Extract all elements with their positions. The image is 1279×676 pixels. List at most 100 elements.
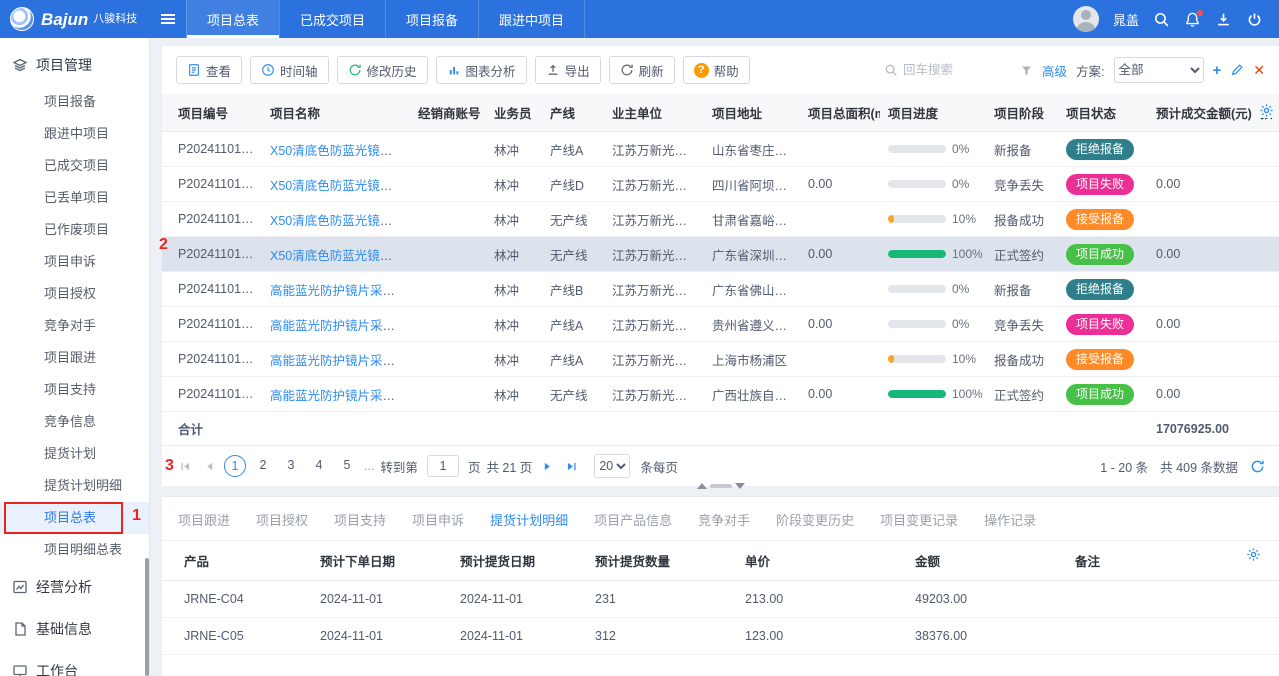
table-row[interactable]: P202411010023 X50清底色防蓝光镜片... 林冲 无产线 江苏万新…: [162, 202, 1279, 237]
project-name-link[interactable]: X50清底色防蓝光镜片...: [270, 249, 403, 263]
project-name-link[interactable]: 高能蓝光防护镜片采购...: [270, 354, 405, 368]
sidebar-item-competition-info[interactable]: 竞争信息: [0, 406, 149, 438]
goto-page-input[interactable]: [427, 455, 459, 477]
last-page-button[interactable]: [562, 455, 580, 477]
top-tab-closed-projects[interactable]: 已成交项目: [279, 0, 385, 38]
refresh-icon[interactable]: [1250, 459, 1265, 474]
sidebar-section-project-management[interactable]: 项目管理: [0, 44, 149, 86]
page-number[interactable]: 4: [308, 455, 330, 477]
detail-tab-product-info[interactable]: 项目产品信息: [594, 510, 672, 529]
sidebar-item-closed-projects[interactable]: 已成交项目: [0, 150, 149, 182]
export-button[interactable]: 导出: [535, 56, 601, 84]
project-name-link[interactable]: 高能蓝光防护镜片采购...: [270, 389, 405, 403]
prev-page-button[interactable]: [200, 455, 218, 477]
filter-funnel-icon[interactable]: [1020, 64, 1033, 77]
project-name-link[interactable]: X50清底色防蓝光镜片...: [270, 179, 403, 193]
timeline-button[interactable]: 时间轴: [250, 56, 329, 84]
delete-scheme-button[interactable]: ✕: [1253, 62, 1265, 79]
detail-row[interactable]: JRNE-C04 2024-11-01 2024-11-01 231 213.0…: [162, 581, 1279, 618]
detail-tab-operation-log[interactable]: 操作记录: [984, 510, 1036, 529]
col-progress[interactable]: 项目进度: [880, 94, 986, 132]
table-row[interactable]: P202411010024 X50清底色防蓝光镜片... 林冲 产线D 江苏万新…: [162, 167, 1279, 202]
col-expected-delivery-date[interactable]: 预计提货日期: [452, 541, 587, 581]
col-dealer-account[interactable]: 经销商账号: [410, 94, 486, 132]
sidebar-item-competitors[interactable]: 竞争对手: [0, 310, 149, 342]
edit-history-button[interactable]: 修改历史: [337, 56, 428, 84]
detail-tab-project-support[interactable]: 项目支持: [334, 510, 386, 529]
view-button[interactable]: 查看: [176, 56, 242, 84]
sidebar-item-lost-projects[interactable]: 已丢单项目: [0, 182, 149, 214]
sidebar-item-project-filing[interactable]: 项目报备: [0, 86, 149, 118]
col-project-id[interactable]: 项目编号: [162, 94, 262, 132]
col-unit-price[interactable]: 单价: [737, 541, 907, 581]
notification-bell[interactable]: [1184, 11, 1201, 28]
sidebar-item-project-authorization[interactable]: 项目授权: [0, 278, 149, 310]
sidebar-section-business-analysis[interactable]: 经营分析: [0, 566, 149, 608]
detail-tab-project-change-log[interactable]: 项目变更记录: [880, 510, 958, 529]
project-name-link[interactable]: 高能蓝光防护镜片采购...: [270, 319, 405, 333]
page-number-current[interactable]: 1: [224, 455, 246, 477]
refresh-button[interactable]: 刷新: [609, 56, 675, 84]
col-product[interactable]: 产品: [162, 541, 312, 581]
top-tab-following-projects[interactable]: 跟进中项目: [478, 0, 585, 38]
top-tab-project-summary[interactable]: 项目总表: [186, 0, 279, 38]
col-product-line[interactable]: 产线: [542, 94, 604, 132]
col-project-name[interactable]: 项目名称: [262, 94, 410, 132]
next-page-button[interactable]: [538, 455, 556, 477]
detail-tab-stage-change-history[interactable]: 阶段变更历史: [776, 510, 854, 529]
detail-tab-project-follow-up[interactable]: 项目跟进: [178, 510, 230, 529]
detail-column-settings-gear-icon[interactable]: [1246, 547, 1261, 562]
chart-analysis-button[interactable]: 图表分析: [436, 56, 527, 84]
project-name-link[interactable]: 高能蓝光防护镜片采购...: [270, 284, 405, 298]
edit-scheme-icon[interactable]: [1230, 63, 1244, 77]
col-address[interactable]: 项目地址: [704, 94, 800, 132]
sidebar-item-project-appeal[interactable]: 项目申诉: [0, 246, 149, 278]
sidebar-item-project-support[interactable]: 项目支持: [0, 374, 149, 406]
sidebar-item-following-projects[interactable]: 跟进中项目: [0, 118, 149, 150]
table-row[interactable]: P202411010018 高能蓝光防护镜片采购... 林冲 无产线 江苏万新光…: [162, 377, 1279, 412]
col-expected-order-date[interactable]: 预计下单日期: [312, 541, 452, 581]
avatar[interactable]: [1073, 6, 1099, 32]
table-row-selected[interactable]: P202411010022 X50清底色防蓝光镜片... 林冲 无产线 江苏万新…: [162, 237, 1279, 272]
col-total-area[interactable]: 项目总面积(m²): [800, 94, 880, 132]
panel-splitter[interactable]: [697, 483, 745, 489]
col-salesman[interactable]: 业务员: [486, 94, 542, 132]
search-input[interactable]: [903, 63, 1011, 77]
page-number[interactable]: 5: [336, 455, 358, 477]
detail-row[interactable]: JRNE-C05 2024-11-01 2024-11-01 312 123.0…: [162, 618, 1279, 655]
detail-tab-competitors[interactable]: 竞争对手: [698, 510, 750, 529]
add-scheme-button[interactable]: +: [1213, 63, 1222, 78]
search-icon[interactable]: [1153, 11, 1170, 28]
sidebar-scrollbar[interactable]: [145, 558, 149, 676]
sidebar-item-delivery-plan[interactable]: 提货计划: [0, 438, 149, 470]
col-owner-unit[interactable]: 业主单位: [604, 94, 704, 132]
col-expected-qty[interactable]: 预计提货数量: [587, 541, 737, 581]
table-row[interactable]: P202411010019 高能蓝光防护镜片采购... 林冲 产线A 江苏万新光…: [162, 342, 1279, 377]
project-name-link[interactable]: X50清底色防蓝光镜片...: [270, 144, 403, 158]
table-row[interactable]: P202411010025 X50清底色防蓝光镜片... 林冲 产线A 江苏万新…: [162, 132, 1279, 167]
table-row[interactable]: P202411010020 高能蓝光防护镜片采购... 林冲 产线A 江苏万新光…: [162, 307, 1279, 342]
column-settings-gear-icon[interactable]: [1259, 103, 1274, 118]
col-stage[interactable]: 项目阶段: [986, 94, 1058, 132]
scheme-select[interactable]: 全部: [1114, 57, 1204, 83]
project-name-link[interactable]: X50清底色防蓝光镜片...: [270, 214, 403, 228]
col-status[interactable]: 项目状态: [1058, 94, 1148, 132]
help-button[interactable]: 帮助: [683, 56, 750, 84]
page-size-select[interactable]: 20: [594, 454, 630, 478]
sidebar-item-project-follow-up[interactable]: 项目跟进: [0, 342, 149, 374]
table-row[interactable]: P202411010021 高能蓝光防护镜片采购... 林冲 产线B 江苏万新光…: [162, 272, 1279, 307]
col-amount[interactable]: 金额: [907, 541, 1067, 581]
power-icon[interactable]: [1246, 11, 1263, 28]
detail-tab-project-authorization[interactable]: 项目授权: [256, 510, 308, 529]
page-number[interactable]: 2: [252, 455, 274, 477]
page-number[interactable]: 3: [280, 455, 302, 477]
advanced-search-link[interactable]: 高级: [1042, 61, 1067, 80]
sidebar-item-voided-projects[interactable]: 已作废项目: [0, 214, 149, 246]
sidebar-section-basic-info[interactable]: 基础信息: [0, 608, 149, 650]
top-tab-project-filing[interactable]: 项目报备: [385, 0, 478, 38]
sidebar-item-project-detail-summary[interactable]: 项目明细总表: [0, 534, 149, 566]
sidebar-section-workbench[interactable]: 工作台: [0, 650, 149, 676]
sidebar-item-delivery-plan-detail[interactable]: 提货计划明细: [0, 470, 149, 502]
download-icon[interactable]: [1215, 11, 1232, 28]
menu-toggle-button[interactable]: [150, 0, 186, 38]
